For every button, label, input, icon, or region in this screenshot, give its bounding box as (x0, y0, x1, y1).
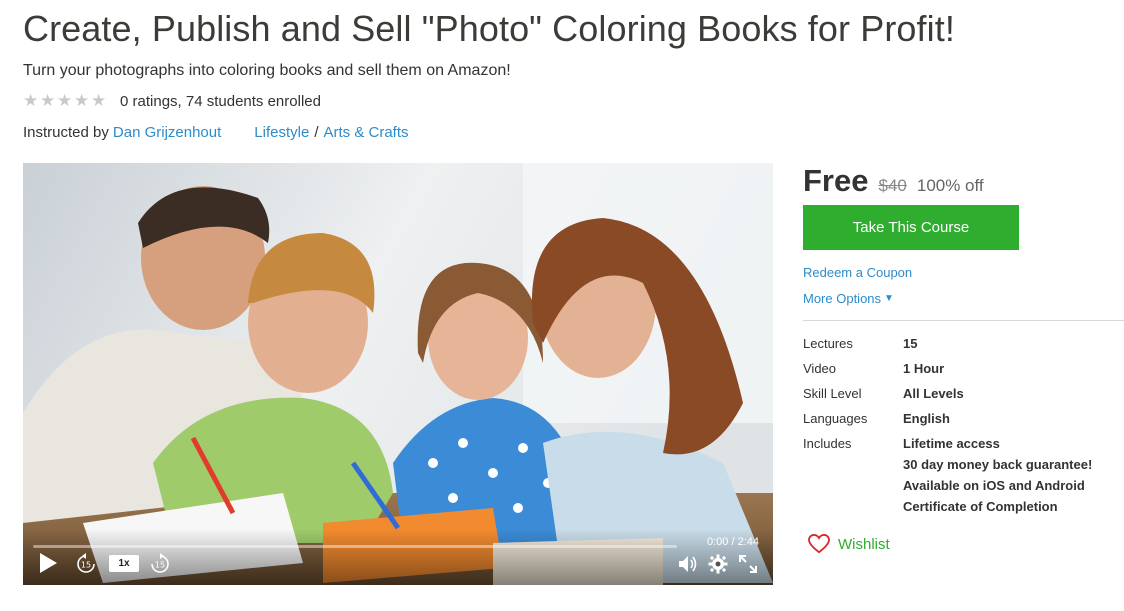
star-icon: ★ (40, 90, 56, 111)
volume-button[interactable] (677, 553, 699, 575)
rating-stars: ★ ★ ★ ★ ★ (23, 90, 107, 111)
forward-button[interactable]: 15 (149, 553, 171, 575)
heart-icon (808, 534, 830, 554)
detail-value: 15 (903, 336, 918, 351)
settings-gear-icon (708, 554, 728, 574)
course-subtitle: Turn your photographs into coloring book… (23, 62, 511, 79)
video-thumbnail (23, 163, 773, 585)
includes-item: Lifetime access (903, 436, 1000, 451)
rating-summary: 0 ratings, 74 students enrolled (120, 92, 321, 110)
volume-icon (679, 556, 697, 572)
rating-row: ★ ★ ★ ★ ★ 0 ratings, 74 students enrolle… (23, 92, 321, 110)
time-display: 0:00 / 2:44 (707, 536, 759, 548)
forward-15-icon: 15 (151, 553, 169, 573)
includes-item: Certificate of Completion (903, 499, 1058, 514)
star-icon: ★ (23, 90, 39, 111)
includes-item: 30 day money back guarantee! (903, 457, 1093, 472)
forward-seconds: 15 (155, 561, 165, 570)
detail-label: Skill Level (803, 386, 862, 401)
play-button[interactable] (37, 551, 59, 575)
purchase-sidebar: Free $40 100% off Take This Course Redee… (803, 163, 1124, 554)
original-price: $40 (878, 176, 907, 195)
redeem-coupon-link[interactable]: Redeem a Coupon (803, 265, 912, 280)
play-icon (40, 553, 57, 573)
detail-value: English (903, 411, 950, 426)
includes-row: Includes Lifetime access 30 day money ba… (803, 433, 1124, 517)
includes-list: Lifetime access 30 day money back guaran… (903, 433, 1092, 517)
time-current: 0:00 (706, 536, 729, 548)
fullscreen-icon (739, 555, 757, 573)
detail-value: 1 Hour (903, 361, 945, 376)
caret-down-icon: ▼ (884, 293, 894, 304)
progress-bar[interactable] (33, 545, 677, 548)
star-icon: ★ (74, 90, 90, 111)
detail-row: Languages English (803, 408, 1124, 429)
instructor-row: Instructed by Dan Grijzenhout Lifestyle … (23, 124, 409, 141)
star-icon: ★ (57, 90, 73, 111)
course-details: Lectures 15 Video 1 Hour Skill Level All… (803, 333, 1124, 521)
divider (803, 320, 1124, 321)
more-options-dropdown[interactable]: More Options ▼ (803, 291, 894, 306)
category-separator: / (314, 124, 319, 141)
rewind-seconds: 15 (81, 561, 91, 570)
detail-row: Skill Level All Levels (803, 383, 1124, 404)
video-player[interactable]: 0:00 / 2:44 15 1x 15 (23, 163, 773, 585)
detail-value: All Levels (903, 386, 964, 401)
speed-button[interactable]: 1x (109, 555, 139, 572)
detail-label: Video (803, 361, 837, 376)
settings-button[interactable] (707, 553, 729, 575)
course-title: Create, Publish and Sell "Photo" Colorin… (23, 8, 955, 49)
fullscreen-button[interactable] (737, 553, 759, 575)
current-price: Free (803, 163, 869, 198)
video-controls: 0:00 / 2:44 15 1x 15 (23, 529, 773, 585)
wishlist-button[interactable]: Wishlist (808, 534, 890, 554)
subcategory-link[interactable]: Arts & Crafts (324, 124, 409, 141)
includes-item: Available on iOS and Android (903, 478, 1085, 493)
detail-row: Lectures 15 (803, 333, 1124, 354)
instructor-link[interactable]: Dan Grijzenhout (113, 124, 221, 141)
detail-label: Languages (803, 411, 868, 426)
time-total: 2:44 (737, 536, 759, 548)
detail-row: Video 1 Hour (803, 358, 1124, 379)
category-link[interactable]: Lifestyle (254, 124, 309, 141)
instructed-by-label: Instructed by (23, 124, 109, 141)
rewind-button[interactable]: 15 (75, 553, 97, 575)
detail-label: Lectures (803, 336, 853, 351)
wishlist-label: Wishlist (838, 535, 890, 553)
time-separator: / (731, 536, 735, 548)
rewind-15-icon: 15 (77, 553, 95, 573)
more-options-label: More Options (803, 291, 882, 306)
includes-label: Includes (803, 436, 852, 451)
take-course-button[interactable]: Take This Course (803, 205, 1019, 250)
discount-label: 100% off (916, 176, 984, 195)
price-row: Free $40 100% off (803, 163, 1124, 199)
star-icon: ★ (91, 90, 107, 111)
